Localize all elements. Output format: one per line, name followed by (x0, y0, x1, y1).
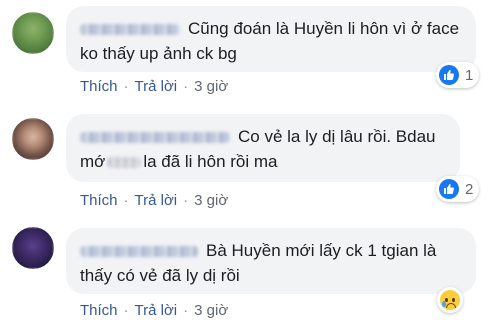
reply-link[interactable]: Trả lời (135, 78, 178, 95)
commenter-name[interactable] (80, 246, 198, 258)
avatar[interactable] (12, 227, 54, 269)
redacted-text (107, 157, 142, 169)
like-link[interactable]: Thích (80, 302, 118, 319)
comment-actions: Thích · Trả lời · 3 giờ (80, 302, 228, 319)
separator: · (183, 192, 189, 209)
separator: · (183, 302, 189, 319)
comment-actions: Thích · Trả lời · 3 giờ (80, 78, 228, 95)
reply-link[interactable]: Trả lời (135, 302, 178, 319)
like-link[interactable]: Thích (80, 192, 118, 209)
commenter-name[interactable] (80, 24, 180, 36)
separator: · (123, 302, 129, 319)
commenter-name[interactable] (80, 132, 230, 144)
comment-body-cont: la đã li hôn rồi ma (143, 152, 278, 171)
avatar[interactable] (12, 118, 54, 160)
separator: · (183, 78, 189, 95)
comment-actions: Thích · Trả lời · 3 giờ (80, 192, 228, 209)
reaction-badge[interactable]: 1 (436, 62, 480, 88)
sad-icon (440, 290, 460, 310)
like-icon (439, 65, 459, 85)
avatar[interactable] (12, 12, 54, 54)
separator: · (123, 192, 129, 209)
timestamp[interactable]: 3 giờ (194, 78, 228, 95)
comment-bubble: Bà Huyền mới lấy ck 1 tgian là thấy có v… (66, 228, 476, 294)
reaction-badge[interactable] (437, 287, 463, 313)
comment-text: Cũng đoán là Huyền li hôn vì ở face ko t… (80, 16, 464, 66)
comment-bubble: Cũng đoán là Huyền li hôn vì ở face ko t… (66, 6, 476, 72)
comment-text: Co vẻ la ly dị lâu rồi. Bdau mớ la đã li … (80, 124, 448, 174)
reaction-badge[interactable]: 2 (436, 176, 480, 202)
comment-bubble: Co vẻ la ly dị lâu rồi. Bdau mớ la đã li … (66, 114, 460, 182)
timestamp[interactable]: 3 giờ (194, 302, 228, 319)
timestamp[interactable]: 3 giờ (194, 192, 228, 209)
reply-link[interactable]: Trả lời (135, 192, 178, 209)
comment-text: Bà Huyền mới lấy ck 1 tgian là thấy có v… (80, 238, 464, 288)
reaction-count: 1 (465, 66, 474, 84)
like-icon (439, 179, 459, 199)
separator: · (123, 78, 129, 95)
reaction-count: 2 (465, 180, 474, 198)
like-link[interactable]: Thích (80, 78, 118, 95)
